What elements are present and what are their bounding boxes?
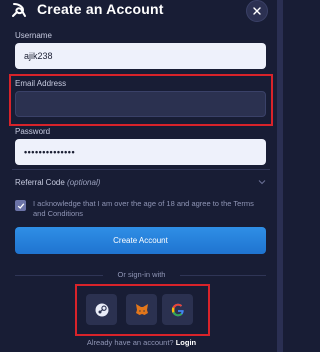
terms-text: I acknowledge that I am over the age of … bbox=[33, 199, 254, 218]
password-label: Password bbox=[15, 127, 51, 136]
checkmark-icon bbox=[17, 202, 24, 209]
steam-icon bbox=[95, 303, 108, 316]
steam-signin-button[interactable] bbox=[86, 294, 117, 325]
close-button[interactable] bbox=[246, 0, 268, 22]
modal-header: Create an Account bbox=[0, 0, 276, 22]
google-signin-button[interactable] bbox=[162, 294, 193, 325]
login-link[interactable]: Login bbox=[176, 338, 196, 347]
modal-title: Create an Account bbox=[37, 1, 164, 17]
chevron-down-icon[interactable] bbox=[258, 178, 266, 186]
password-field[interactable]: •••••••••••••• bbox=[15, 139, 266, 165]
side-edge bbox=[277, 0, 283, 352]
referral-optional-label: (optional) bbox=[67, 178, 101, 187]
referral-code-toggle[interactable]: Referral Code (optional) bbox=[15, 178, 100, 187]
username-field[interactable]: ajik238 bbox=[15, 43, 266, 69]
google-icon bbox=[171, 303, 184, 316]
terms-checkbox[interactable] bbox=[15, 200, 26, 211]
section-divider bbox=[12, 169, 270, 170]
email-label: Email Address bbox=[15, 79, 67, 88]
close-icon bbox=[253, 7, 261, 15]
or-signin-text: Or sign-in with bbox=[117, 270, 166, 279]
email-field[interactable] bbox=[15, 91, 266, 117]
login-prompt: Already have an account? Login bbox=[0, 338, 283, 347]
login-prompt-text: Already have an account? bbox=[86, 338, 174, 347]
metamask-icon bbox=[135, 304, 148, 315]
username-label: Username bbox=[15, 31, 52, 40]
referral-code-label: Referral Code bbox=[15, 178, 65, 187]
create-account-button[interactable]: Create Account bbox=[15, 227, 266, 254]
metamask-signin-button[interactable] bbox=[126, 294, 157, 325]
brand-logo-icon bbox=[12, 3, 26, 17]
